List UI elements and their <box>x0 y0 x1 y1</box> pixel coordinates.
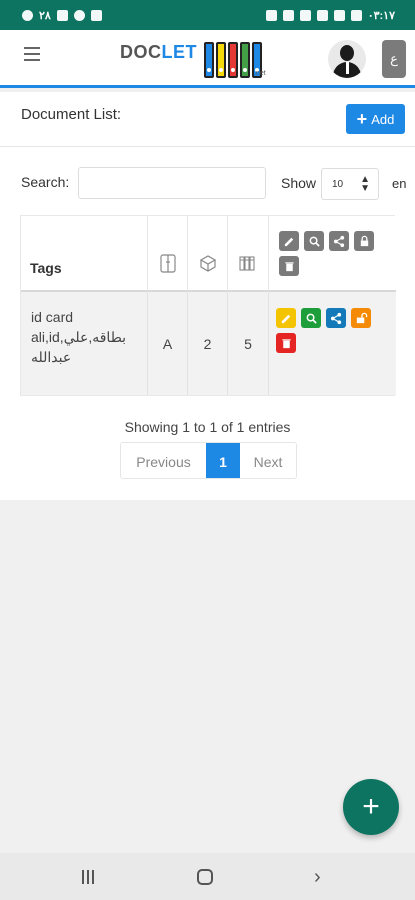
recents-icon[interactable] <box>82 870 94 884</box>
table-cell: 2 <box>188 292 228 395</box>
system-navigation-bar: › <box>0 853 415 900</box>
select-arrows-icon: ▲ ▼ <box>360 174 370 194</box>
floating-add-button[interactable]: + <box>343 779 399 835</box>
trash-icon <box>279 256 299 276</box>
column-header-tags[interactable]: Tags <box>21 216 148 292</box>
logo-suffix: .net <box>254 70 266 77</box>
tag-line: ali,id,بطاقه,علي <box>31 329 127 345</box>
cell-value: 2 <box>203 336 212 352</box>
signal-icon <box>56 10 68 21</box>
image-icon <box>282 10 294 21</box>
column-header-box[interactable] <box>188 216 228 292</box>
table-cell: 5 <box>228 292 269 395</box>
edit-icon <box>281 314 290 323</box>
document-list-card: Document List: + Add Search: Show 10 ▲ ▼ … <box>0 92 415 500</box>
current-page-button[interactable]: 1 <box>206 443 240 478</box>
battery-icon <box>350 10 362 21</box>
pagination: Previous 1 Next <box>120 442 297 479</box>
share-icon <box>330 312 341 324</box>
plus-icon: + <box>356 109 368 129</box>
column-header-folder[interactable] <box>148 216 188 292</box>
pagination-info: Showing 1 to 1 of 1 entries <box>124 419 291 435</box>
table-cell: A <box>148 292 188 395</box>
edit-button[interactable] <box>276 308 296 328</box>
user-avatar[interactable] <box>328 40 366 78</box>
music-icon <box>265 10 277 21</box>
search-label: Search: <box>21 174 70 190</box>
plus-icon: + <box>362 790 380 823</box>
column-header-actions <box>269 216 396 292</box>
table-row-actions <box>269 292 396 395</box>
doclet-logo: DOCLET .net <box>120 36 270 82</box>
share-button[interactable] <box>326 308 346 328</box>
status-time: ٠٣:١٧ <box>367 10 395 22</box>
back-icon[interactable]: › <box>314 866 321 889</box>
status-left-text: ٢٨ <box>39 10 51 22</box>
column-header-tags-label: Tags <box>30 260 62 276</box>
folder-icon <box>299 10 311 21</box>
add-button-label: Add <box>371 111 395 127</box>
wifi-icon <box>73 10 85 21</box>
entries-label: en <box>392 176 407 191</box>
page-title: Document List: <box>21 106 122 123</box>
tag-line: id card <box>31 309 74 325</box>
logo-doc-text: DOC <box>120 42 162 62</box>
show-label: Show <box>281 175 317 191</box>
logo-let-text: LET <box>161 42 197 62</box>
hamburger-icon[interactable] <box>24 47 40 61</box>
search-icon <box>306 313 317 324</box>
add-document-button[interactable]: + Add <box>346 104 405 134</box>
sim-icon <box>316 10 328 21</box>
page-size-value: 10 <box>332 179 344 190</box>
previous-page-button[interactable]: Previous <box>121 443 206 478</box>
search-input[interactable] <box>78 167 266 199</box>
delete-button[interactable] <box>276 333 296 353</box>
page-size-select[interactable]: 10 ▲ ▼ <box>321 168 379 200</box>
column-header-binders[interactable] <box>228 216 269 292</box>
search-icon <box>304 231 324 251</box>
status-bar: ٢٨ ٠٣:١٧ <box>0 0 415 30</box>
share-icon <box>329 231 349 251</box>
unlock-icon <box>356 312 367 323</box>
home-icon[interactable] <box>197 869 213 885</box>
edit-icon <box>279 231 299 251</box>
unlock-button[interactable] <box>351 308 371 328</box>
alarm-icon <box>333 10 345 21</box>
folder-icon <box>160 254 176 273</box>
next-page-button[interactable]: Next <box>240 443 296 478</box>
documents-table: Tags id card ali,id,بطاقه,علي عبدالله A … <box>20 215 396 396</box>
cell-value: 5 <box>244 336 252 352</box>
tag-line: عبدالله <box>31 349 72 365</box>
table-row-tags-cell[interactable]: id card ali,id,بطاقه,علي عبدالله <box>21 292 148 395</box>
trash-icon <box>281 338 291 348</box>
app-header: DOCLET .net ع <box>0 30 415 88</box>
language-toggle-button[interactable]: ع <box>382 40 406 78</box>
divider <box>0 146 415 147</box>
lock-icon <box>354 231 374 251</box>
box-icon <box>199 255 217 272</box>
notification-icon <box>90 10 102 21</box>
view-button[interactable] <box>301 308 321 328</box>
cell-value: A <box>162 336 173 352</box>
binders-icon <box>239 256 255 271</box>
circle-icon <box>22 10 33 21</box>
